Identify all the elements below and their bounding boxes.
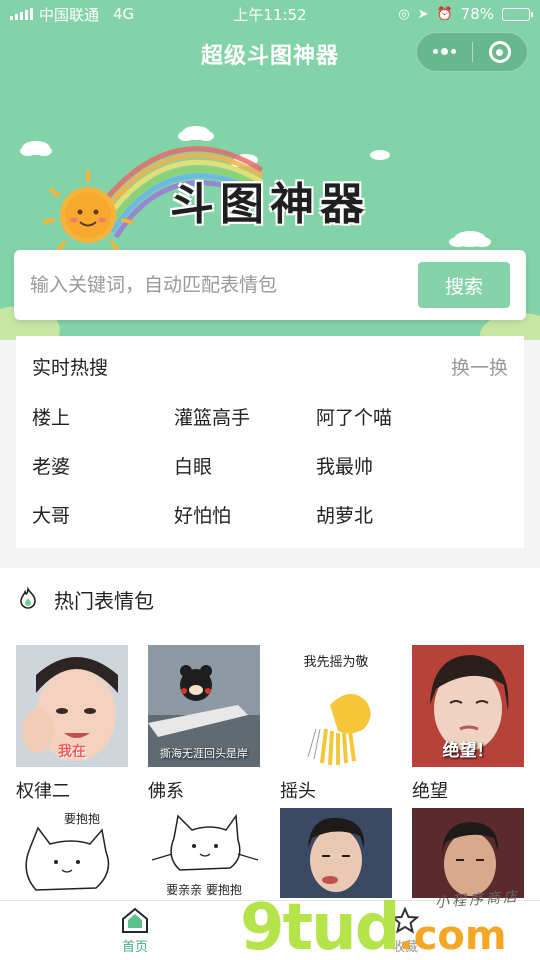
sticker-image	[280, 808, 392, 898]
lock-rotation-icon: ◎	[398, 6, 410, 22]
status-bar: 中国联通 4G 上午11:52 ◎ ➤ ⏰ 78%	[0, 0, 540, 28]
sticker-caption: 要抱抱	[64, 812, 101, 826]
fire-icon	[20, 587, 36, 609]
sticker-caption: 要亲亲 要抱抱	[166, 883, 242, 897]
sticker-row: 要抱抱 要亲亲 要抱抱	[16, 808, 524, 898]
search-input[interactable]	[30, 274, 418, 296]
hot-search-item[interactable]: 老婆	[32, 441, 174, 490]
alarm-icon: ⏰	[436, 6, 453, 22]
carrier-label: 中国联通	[39, 5, 100, 24]
sticker-label: 佛系	[148, 781, 184, 802]
tab-home[interactable]: 首页	[0, 901, 270, 960]
star-icon	[390, 906, 420, 934]
banner-title: 斗图神器	[170, 179, 370, 230]
sticker-image	[412, 808, 524, 898]
sticker-label: 摇头	[280, 781, 316, 802]
sticker-card[interactable]	[280, 808, 392, 898]
sticker-card[interactable]: 撕海无涯回头是岸 佛系	[148, 645, 260, 802]
close-button[interactable]	[473, 33, 528, 71]
tab-favorites[interactable]: 收藏	[270, 901, 540, 960]
search-button[interactable]: 搜索	[418, 262, 510, 308]
hot-search-list: 楼上 灌篮高手 阿了个喵 老婆 白眼 我最帅 大哥 好怕怕 胡萝北	[16, 380, 524, 539]
popular-title: 热门表情包	[54, 588, 154, 613]
sticker-label: 权律二	[16, 781, 70, 802]
hot-search-item[interactable]: 好怕怕	[174, 490, 316, 539]
refresh-button[interactable]: 换一换	[451, 353, 508, 380]
sticker-caption: 撕海无涯回头是岸	[160, 747, 248, 760]
sticker-image: 我先摇为敬	[280, 645, 392, 767]
sticker-card[interactable]: 绝望！ 绝望	[412, 645, 524, 802]
hot-search-title: 实时热搜	[32, 356, 109, 379]
sticker-card[interactable]: 要抱抱	[16, 808, 128, 898]
page: 超级斗图神器 斗图神器 中国联通 4G 上午11:52 ◎ ➤ ⏰ 78% 输入…	[0, 0, 540, 960]
sticker-card[interactable]: 我在 权律二	[16, 645, 128, 802]
battery-percent: 78%	[460, 5, 494, 23]
network-label: 4G	[113, 5, 135, 23]
search-bar: 搜索	[14, 250, 526, 320]
hot-search-item[interactable]: 胡萝北	[316, 490, 458, 539]
sticker-row: 我在 权律二 撕海无涯回头是岸 佛系 我先摇为敬 摇头 绝望！ 绝望	[16, 645, 524, 802]
hot-search-item[interactable]: 我最帅	[316, 441, 458, 490]
sticker-caption: 我先摇为敬	[303, 655, 369, 670]
sticker-caption: 我在	[58, 744, 86, 760]
hot-search-item[interactable]: 大哥	[32, 490, 174, 539]
tab-home-label: 首页	[121, 940, 148, 955]
sticker-image: 绝望！	[412, 645, 524, 767]
sticker-image: 要抱抱	[16, 808, 128, 898]
sticker-card[interactable]	[412, 808, 524, 898]
battery-icon	[502, 7, 533, 21]
more-button[interactable]	[417, 33, 472, 71]
mini-program-capsule	[416, 32, 528, 72]
hot-search-item[interactable]: 楼上	[32, 392, 174, 441]
home-icon	[122, 907, 148, 933]
sticker-image: 要亲亲 要抱抱	[148, 808, 260, 898]
tab-bar: 首页 收藏	[0, 900, 540, 960]
sticker-image: 我在	[16, 645, 128, 767]
sticker-card[interactable]: 我先摇为敬 摇头	[280, 645, 392, 802]
hot-search-item[interactable]: 阿了个喵	[316, 392, 458, 441]
hot-search-panel: 实时热搜 换一换 楼上 灌篮高手 阿了个喵 老婆 白眼 我最帅 大哥 好怕怕 胡…	[16, 336, 524, 548]
sticker-card[interactable]: 要亲亲 要抱抱	[148, 808, 260, 898]
location-icon: ➤	[417, 6, 429, 22]
sticker-label: 绝望	[412, 781, 448, 802]
close-target-icon	[488, 41, 511, 63]
sticker-image: 撕海无涯回头是岸	[148, 645, 260, 767]
hot-search-item[interactable]: 灌篮高手	[174, 392, 316, 441]
more-dots-icon	[432, 48, 456, 55]
hot-search-item[interactable]: 白眼	[174, 441, 316, 490]
sticker-caption: 绝望！	[442, 741, 494, 761]
signal-icon	[10, 8, 33, 20]
tab-favorites-label: 收藏	[391, 940, 418, 955]
